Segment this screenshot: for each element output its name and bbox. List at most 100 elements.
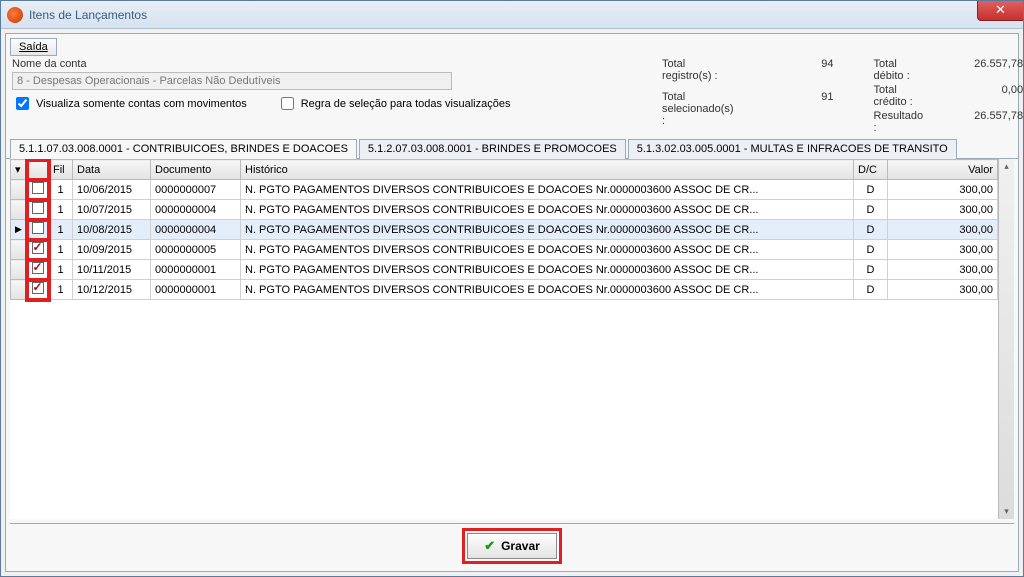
cell-data: 10/07/2015 bbox=[73, 200, 151, 220]
table-row[interactable]: 110/11/20150000000001N. PGTO PAGAMENTOS … bbox=[11, 260, 998, 280]
table-row[interactable]: 110/12/20150000000001N. PGTO PAGAMENTOS … bbox=[11, 280, 998, 300]
cell-historico: N. PGTO PAGAMENTOS DIVERSOS CONTRIBUICOE… bbox=[241, 200, 854, 220]
total-registros-value: 94 bbox=[774, 58, 834, 89]
total-selecionados-label: Total selecionado(s) : bbox=[662, 91, 734, 134]
cell-fil: 1 bbox=[49, 180, 73, 200]
toolbar-row: Saída bbox=[6, 34, 1018, 56]
scroll-down-icon[interactable]: ▾ bbox=[1004, 506, 1009, 517]
row-indicator bbox=[11, 200, 27, 220]
table-row[interactable]: 110/07/20150000000004N. PGTO PAGAMENTOS … bbox=[11, 200, 998, 220]
grid-container: ▾ Fil Data Documento Histórico D/C Valor… bbox=[10, 159, 1014, 519]
app-window: Itens de Lançamentos ✕ Saída Nome da con… bbox=[0, 0, 1024, 577]
col-fil[interactable]: Fil bbox=[49, 160, 73, 180]
tab-brindes[interactable]: 5.1.2.07.03.008.0001 - BRINDES E PROMOCO… bbox=[359, 139, 626, 159]
row-checkbox-cell[interactable] bbox=[27, 240, 49, 260]
chk-movimentos-box[interactable] bbox=[16, 97, 29, 110]
saida-button[interactable]: Saída bbox=[10, 38, 57, 56]
resultado-value: 26.557,78 bbox=[963, 110, 1023, 134]
total-credito-value: 0,00 bbox=[963, 84, 1023, 108]
cell-historico: N. PGTO PAGAMENTOS DIVERSOS CONTRIBUICOE… bbox=[241, 240, 854, 260]
cell-valor: 300,00 bbox=[888, 220, 998, 240]
cell-dc: D bbox=[854, 260, 888, 280]
cell-historico: N. PGTO PAGAMENTOS DIVERSOS CONTRIBUICOE… bbox=[241, 260, 854, 280]
row-indicator: ▶ bbox=[11, 220, 27, 240]
row-checkbox-cell[interactable] bbox=[27, 220, 49, 240]
cell-data: 10/11/2015 bbox=[73, 260, 151, 280]
cell-dc: D bbox=[854, 220, 888, 240]
cell-fil: 1 bbox=[49, 260, 73, 280]
row-checkbox-cell[interactable] bbox=[27, 280, 49, 300]
tab-contribuicoes[interactable]: 5.1.1.07.03.008.0001 - CONTRIBUICOES, BR… bbox=[10, 139, 357, 159]
cell-dc: D bbox=[854, 180, 888, 200]
account-section: Nome da conta Visualiza somente contas c… bbox=[12, 58, 652, 113]
cell-fil: 1 bbox=[49, 200, 73, 220]
row-checkbox-cell[interactable] bbox=[27, 200, 49, 220]
cell-data: 10/09/2015 bbox=[73, 240, 151, 260]
row-checkbox[interactable] bbox=[32, 242, 44, 254]
cell-data: 10/06/2015 bbox=[73, 180, 151, 200]
cell-dc: D bbox=[854, 280, 888, 300]
content-panel: Saída Nome da conta Visualiza somente co… bbox=[5, 33, 1019, 572]
col-valor[interactable]: Valor bbox=[888, 160, 998, 180]
col-indicator[interactable]: ▾ bbox=[11, 160, 27, 180]
chk-movimentos[interactable]: Visualiza somente contas com movimentos bbox=[12, 94, 247, 113]
gravar-highlight: ✔ Gravar bbox=[462, 528, 562, 564]
window-title: Itens de Lançamentos bbox=[29, 8, 147, 22]
row-checkbox-cell[interactable] bbox=[27, 180, 49, 200]
tab-bar: 5.1.1.07.03.008.0001 - CONTRIBUICOES, BR… bbox=[6, 138, 1018, 159]
col-dc[interactable]: D/C bbox=[854, 160, 888, 180]
row-indicator bbox=[11, 260, 27, 280]
table-row[interactable]: 110/06/20150000000007N. PGTO PAGAMENTOS … bbox=[11, 180, 998, 200]
col-historico[interactable]: Histórico bbox=[241, 160, 854, 180]
account-input[interactable] bbox=[12, 72, 452, 90]
header-row: ▾ Fil Data Documento Histórico D/C Valor bbox=[11, 160, 998, 180]
gravar-label: Gravar bbox=[501, 539, 540, 553]
col-documento[interactable]: Documento bbox=[151, 160, 241, 180]
cell-fil: 1 bbox=[49, 240, 73, 260]
footer-bar: ✔ Gravar bbox=[10, 523, 1014, 567]
cell-historico: N. PGTO PAGAMENTOS DIVERSOS CONTRIBUICOE… bbox=[241, 220, 854, 240]
resultado-label: Resultado : bbox=[874, 110, 924, 134]
table-row[interactable]: ▶110/08/20150000000004N. PGTO PAGAMENTOS… bbox=[11, 220, 998, 240]
row-checkbox[interactable] bbox=[32, 182, 44, 194]
vertical-scrollbar[interactable]: ▴ ▾ bbox=[998, 159, 1014, 519]
data-grid[interactable]: ▾ Fil Data Documento Histórico D/C Valor… bbox=[10, 159, 998, 519]
col-data[interactable]: Data bbox=[73, 160, 151, 180]
close-button[interactable]: ✕ bbox=[977, 1, 1023, 21]
tab-multas[interactable]: 5.1.3.02.03.005.0001 - MULTAS E INFRACOE… bbox=[628, 139, 957, 159]
row-checkbox[interactable] bbox=[32, 222, 44, 234]
cell-documento: 0000000001 bbox=[151, 280, 241, 300]
row-checkbox-cell[interactable] bbox=[27, 260, 49, 280]
row-indicator bbox=[11, 180, 27, 200]
table-row[interactable]: 110/09/20150000000005N. PGTO PAGAMENTOS … bbox=[11, 240, 998, 260]
cell-valor: 300,00 bbox=[888, 240, 998, 260]
gravar-button[interactable]: ✔ Gravar bbox=[467, 533, 557, 559]
cell-documento: 0000000001 bbox=[151, 260, 241, 280]
chk-movimentos-label: Visualiza somente contas com movimentos bbox=[36, 98, 247, 110]
chk-regra-box[interactable] bbox=[281, 97, 294, 110]
cell-fil: 1 bbox=[49, 280, 73, 300]
row-checkbox[interactable] bbox=[32, 282, 44, 294]
total-registros-label: Total registro(s) : bbox=[662, 58, 734, 89]
col-checkbox[interactable] bbox=[27, 160, 49, 180]
cell-documento: 0000000005 bbox=[151, 240, 241, 260]
cell-fil: 1 bbox=[49, 220, 73, 240]
cell-dc: D bbox=[854, 200, 888, 220]
total-selecionados-value: 91 bbox=[774, 91, 834, 134]
cell-historico: N. PGTO PAGAMENTOS DIVERSOS CONTRIBUICOE… bbox=[241, 180, 854, 200]
cell-historico: N. PGTO PAGAMENTOS DIVERSOS CONTRIBUICOE… bbox=[241, 280, 854, 300]
cell-valor: 300,00 bbox=[888, 180, 998, 200]
info-area: Nome da conta Visualiza somente contas c… bbox=[6, 56, 1018, 138]
row-indicator bbox=[11, 280, 27, 300]
scroll-up-icon[interactable]: ▴ bbox=[1004, 161, 1009, 172]
saida-label: Saída bbox=[19, 41, 48, 53]
row-checkbox[interactable] bbox=[32, 262, 44, 274]
row-checkbox[interactable] bbox=[32, 202, 44, 214]
cell-documento: 0000000007 bbox=[151, 180, 241, 200]
account-label: Nome da conta bbox=[12, 58, 652, 70]
app-icon bbox=[7, 7, 23, 23]
chk-regra[interactable]: Regra de seleção para todas visualizaçõe… bbox=[277, 94, 511, 113]
title-bar: Itens de Lançamentos ✕ bbox=[1, 1, 1023, 29]
cell-documento: 0000000004 bbox=[151, 200, 241, 220]
cell-data: 10/08/2015 bbox=[73, 220, 151, 240]
